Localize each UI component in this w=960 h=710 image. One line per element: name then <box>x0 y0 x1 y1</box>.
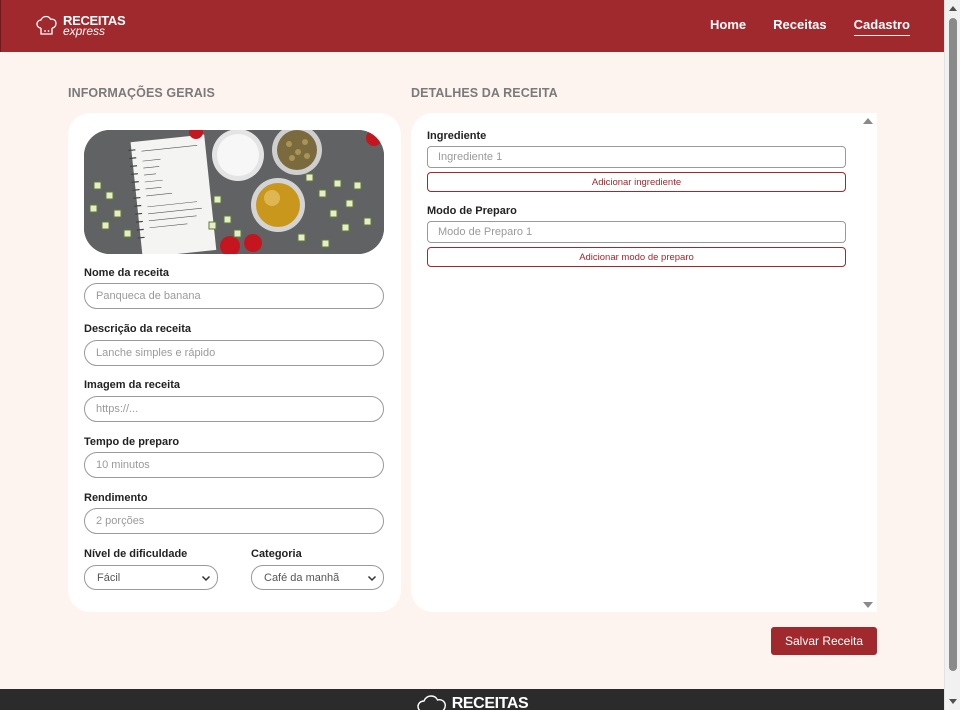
categoria-label: Categoria <box>251 548 302 560</box>
tempo-label: Tempo de preparo <box>84 436 180 448</box>
categoria-select[interactable]: Café da manhã <box>251 565 384 590</box>
dificuldade-selected: Fácil <box>97 571 121 584</box>
inner-scroll-down-arrow[interactable] <box>863 602 873 608</box>
rendimento-input[interactable] <box>84 508 384 534</box>
scroll-up-arrow[interactable] <box>949 6 957 11</box>
ingrediente-input[interactable] <box>427 146 846 168</box>
ingrediente-label: Ingrediente <box>427 130 487 142</box>
descricao-input[interactable] <box>84 340 384 366</box>
section-title-general: INFORMAÇÕES GERAIS <box>68 86 215 100</box>
nome-input[interactable] <box>84 283 384 309</box>
nav-receitas[interactable]: Receitas <box>773 17 826 36</box>
add-ingredient-button[interactable]: Adicionar ingrediente <box>427 172 846 192</box>
main-nav: Home Receitas Cadastro <box>710 17 910 36</box>
preparo-input[interactable] <box>427 221 846 243</box>
page-scrollbar[interactable] <box>944 0 960 710</box>
recipe-hero-image <box>84 130 384 254</box>
chevron-down-icon <box>201 575 211 581</box>
categoria-selected: Café da manhã <box>264 571 340 584</box>
footer-logo-text: RECEITAS <box>451 695 529 710</box>
chef-hat-icon <box>36 15 57 35</box>
chef-hat-icon <box>417 695 446 710</box>
footer-logo[interactable]: RECEITAS <box>416 692 529 710</box>
chevron-down-icon <box>367 575 377 581</box>
dificuldade-label: Nível de dificuldade <box>84 548 188 560</box>
tempo-input[interactable] <box>84 452 384 478</box>
site-header: RECEITAS express Home Receitas Cadastro <box>0 0 944 52</box>
inner-scroll-up-arrow[interactable] <box>863 118 873 124</box>
save-recipe-button[interactable]: Salvar Receita <box>771 627 877 655</box>
nome-label: Nome da receita <box>84 267 169 279</box>
logo-sub-text: express <box>63 24 106 38</box>
scroll-thumb[interactable] <box>949 18 957 671</box>
preparo-label: Modo de Preparo <box>427 205 517 217</box>
section-title-details: DETALHES DA RECEITA <box>411 86 558 100</box>
imagem-url-input[interactable] <box>84 396 384 422</box>
descricao-label: Descrição da receita <box>84 323 192 335</box>
imagem-label: Imagem da receita <box>84 379 180 391</box>
nav-home[interactable]: Home <box>710 17 746 36</box>
general-info-card: Nome da receita Descrição da receita Ima… <box>68 113 401 612</box>
scroll-down-arrow[interactable] <box>949 699 957 704</box>
site-footer: RECEITAS <box>0 689 944 710</box>
logo[interactable]: RECEITAS express <box>35 14 126 38</box>
dificuldade-select[interactable]: Fácil <box>84 565 218 590</box>
recipe-details-card: Ingrediente Adicionar ingrediente Modo d… <box>411 113 877 612</box>
add-preparo-button[interactable]: Adicionar modo de preparo <box>427 247 846 267</box>
nav-cadastro[interactable]: Cadastro <box>853 17 910 36</box>
rendimento-label: Rendimento <box>84 492 148 504</box>
